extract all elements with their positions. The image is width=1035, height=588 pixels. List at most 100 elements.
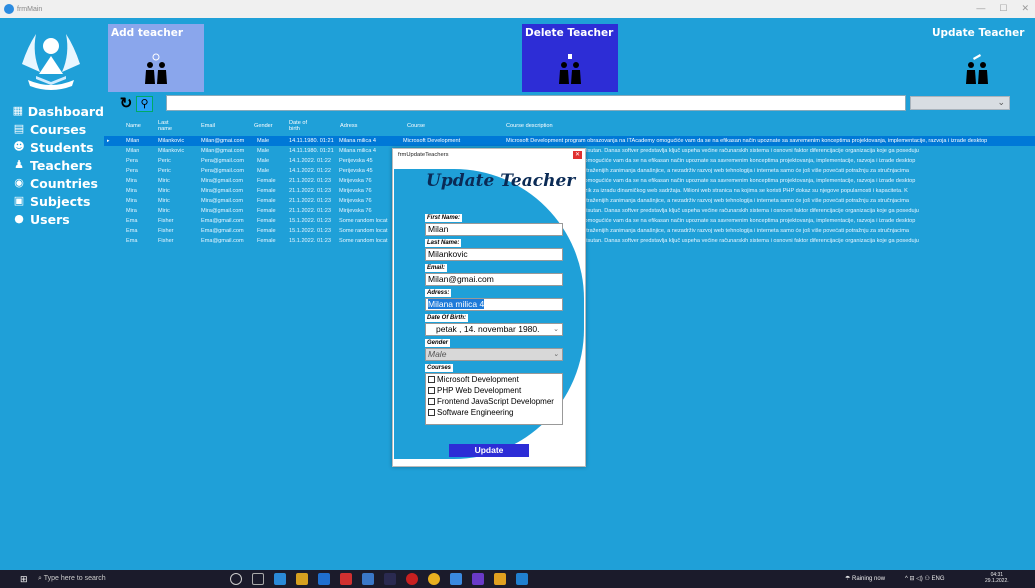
filter-dropdown[interactable]: ⌄ bbox=[910, 96, 1010, 110]
file-icon[interactable] bbox=[450, 573, 462, 585]
table-cell: Ema bbox=[126, 228, 138, 234]
column-header[interactable]: Course bbox=[407, 123, 425, 129]
search-button[interactable]: ⚲ bbox=[136, 96, 153, 112]
clock[interactable]: 04:31 29.1.2022. bbox=[985, 572, 1009, 584]
table-cell: Female bbox=[257, 208, 276, 214]
system-tray[interactable]: ^ ⊟ ◁) ⚇ ENG bbox=[905, 570, 945, 588]
last-name-field[interactable]: Milankovic bbox=[425, 248, 563, 261]
table-cell: Milan@gmai.com bbox=[201, 148, 245, 154]
sidebar-item-label: Students bbox=[30, 139, 94, 155]
table-cell: Mirijevska 76 bbox=[339, 188, 372, 194]
windows-start-icon[interactable]: ⊞ bbox=[20, 574, 30, 584]
column-header[interactable]: Gender bbox=[254, 123, 273, 129]
courses-icon: ▤ bbox=[13, 122, 25, 135]
table-cell: 15.1.2022. 01:23 bbox=[289, 218, 331, 224]
course-label: Software Engineering bbox=[437, 408, 514, 417]
sidebar-item-students[interactable]: ☻ Students bbox=[0, 138, 104, 156]
maximize-icon[interactable]: ☐ bbox=[999, 3, 1007, 14]
table-cell: Milana milica 4 bbox=[339, 148, 376, 154]
update-button[interactable]: Update bbox=[449, 444, 529, 457]
course-label: PHP Web Development bbox=[437, 386, 522, 395]
sidebar-item-users[interactable]: ● Users bbox=[0, 210, 104, 228]
title-bar: frmMain — ☐ ✕ bbox=[0, 0, 1035, 18]
course-checkbox[interactable]: Microsoft Development bbox=[426, 374, 562, 385]
sidebar-nav: ▦ Dashboard ▤ Courses ☻ Students ♟ Teach… bbox=[0, 102, 104, 228]
visual-studio-icon[interactable] bbox=[472, 573, 484, 585]
table-row[interactable]: ▸ Milan Milankovic Milan@gmai.com Male 14.11.… bbox=[104, 136, 1035, 146]
table-cell: Female bbox=[257, 198, 276, 204]
table-cell: 21.1.2022. 01:23 bbox=[289, 178, 331, 184]
email-label: Email: bbox=[425, 264, 448, 272]
file-explorer-icon[interactable] bbox=[296, 573, 308, 585]
dob-picker[interactable]: petak , 14. novembar 1980. ⌄ bbox=[425, 323, 563, 336]
table-cell: Miric bbox=[158, 208, 170, 214]
adress-field[interactable]: Milana milica 4 bbox=[425, 298, 563, 311]
first-name-field[interactable]: Milan bbox=[425, 223, 563, 236]
chevron-down-icon: ⌄ bbox=[997, 97, 1005, 107]
window-title: frmMain bbox=[17, 5, 43, 13]
sidebar-item-courses[interactable]: ▤ Courses bbox=[0, 120, 104, 138]
column-header[interactable]: Email bbox=[201, 123, 215, 129]
subjects-icon: ▣ bbox=[13, 194, 25, 207]
weather-widget[interactable]: ☂ Raining now bbox=[845, 570, 885, 588]
email-field[interactable]: Milan@gmai.com bbox=[425, 273, 563, 286]
taskbar-search-placeholder: Type here to search bbox=[43, 575, 106, 582]
add-teacher-label: Add teacher bbox=[111, 27, 184, 39]
store-icon[interactable] bbox=[318, 573, 330, 585]
opera-icon[interactable] bbox=[406, 573, 418, 585]
course-checkbox[interactable]: PHP Web Development bbox=[426, 385, 562, 396]
cortana-icon[interactable] bbox=[230, 573, 242, 585]
sidebar: ▦ Dashboard ▤ Courses ☻ Students ♟ Teach… bbox=[0, 18, 104, 570]
sidebar-item-subjects[interactable]: ▣ Subjects bbox=[0, 192, 104, 210]
minimize-icon[interactable]: — bbox=[976, 3, 985, 14]
refresh-icon[interactable]: ↻ bbox=[118, 96, 134, 112]
column-header[interactable]: Course description bbox=[506, 123, 553, 129]
table-cell: Mira@gmail.com bbox=[201, 208, 244, 214]
table-cell: Perijevska 45 bbox=[339, 158, 373, 164]
sidebar-item-dashboard[interactable]: ▦ Dashboard bbox=[0, 102, 104, 120]
course-checkbox[interactable]: Software Engineering bbox=[426, 407, 562, 418]
running-app-icon[interactable] bbox=[516, 573, 528, 585]
close-icon: ✕ bbox=[574, 152, 581, 158]
search-input[interactable] bbox=[166, 95, 906, 111]
app-icon[interactable] bbox=[494, 573, 506, 585]
add-teacher-button[interactable]: Add teacher bbox=[108, 24, 204, 92]
edge-icon[interactable] bbox=[274, 573, 286, 585]
dialog-close-button[interactable]: ✕ bbox=[573, 151, 582, 159]
app-icon[interactable] bbox=[384, 573, 396, 585]
table-cell: Milana milica 4 bbox=[339, 138, 376, 144]
dialog-title: frmUpdateTeachers bbox=[398, 152, 449, 158]
update-teacher-button[interactable]: Update Teacher bbox=[929, 24, 1025, 92]
table-cell: 14.1.2022. 01:22 bbox=[289, 158, 331, 164]
column-header[interactable]: Adress bbox=[340, 123, 357, 129]
table-cell: Peric bbox=[158, 168, 171, 174]
mail-icon[interactable] bbox=[362, 573, 374, 585]
table-cell: Mira bbox=[126, 178, 137, 184]
gender-select[interactable]: Male ⌄ bbox=[425, 348, 563, 361]
sidebar-item-teachers[interactable]: ♟ Teachers bbox=[0, 156, 104, 174]
table-cell: Miric bbox=[158, 188, 170, 194]
table-cell: Female bbox=[257, 238, 276, 244]
table-cell: Female bbox=[257, 218, 276, 224]
update-teacher-label: Update Teacher bbox=[932, 27, 1025, 39]
chrome-icon[interactable] bbox=[428, 573, 440, 585]
close-icon[interactable]: ✕ bbox=[1021, 3, 1029, 14]
table-cell: Ema@gmail.com bbox=[201, 218, 244, 224]
taskbar-search[interactable]: ⌕ Type here to search bbox=[38, 570, 218, 588]
first-name-value: Milan bbox=[428, 224, 449, 234]
column-header[interactable]: Date of birth bbox=[289, 120, 319, 132]
table-cell: Mira@gmail.com bbox=[201, 198, 244, 204]
column-header[interactable]: Name bbox=[126, 123, 141, 129]
table-cell: 15.1.2022. 01:23 bbox=[289, 228, 331, 234]
globe-icon: ◉ bbox=[14, 176, 24, 189]
task-view-icon[interactable] bbox=[252, 573, 264, 585]
table-cell: Male bbox=[257, 138, 270, 144]
table-cell: Miric bbox=[158, 198, 170, 204]
sidebar-item-countries[interactable]: ◉ Countries bbox=[0, 174, 104, 192]
table-cell: Fisher bbox=[158, 218, 174, 224]
column-header[interactable]: Last name bbox=[158, 120, 180, 132]
table-cell: Some random locat bbox=[339, 228, 388, 234]
course-checkbox[interactable]: Frontend JavaScript Developmer bbox=[426, 396, 562, 407]
delete-teacher-button[interactable]: Delete Teacher bbox=[522, 24, 618, 92]
office-icon[interactable] bbox=[340, 573, 352, 585]
